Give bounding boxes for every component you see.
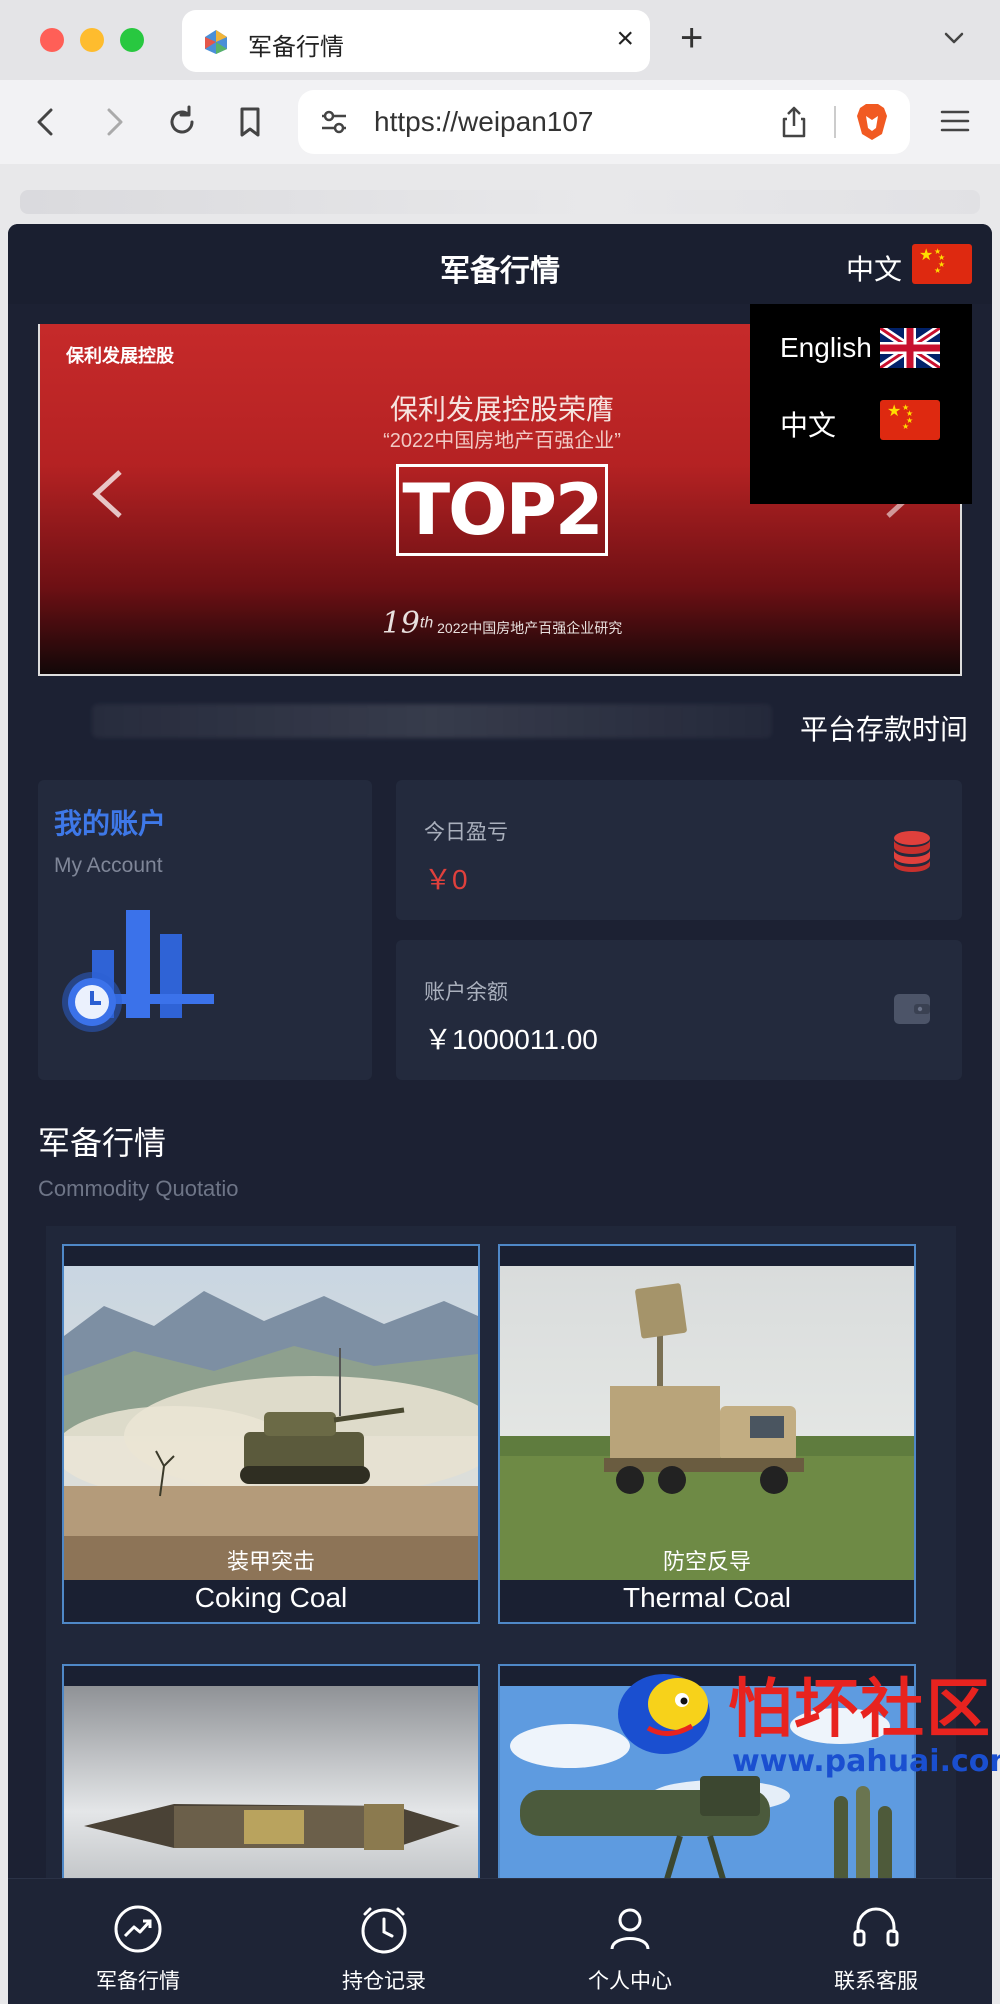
account-chart-icon (62, 910, 214, 1032)
nav-label: 个人中心 (588, 1970, 672, 1993)
today-pnl-value: ￥0 (424, 864, 468, 895)
today-pnl-card: 今日盈亏 ￥0 (396, 780, 962, 920)
blurred-content-strip (20, 190, 980, 214)
marquee-notice: 平台存款时间 (800, 714, 969, 745)
site-settings-icon[interactable] (316, 104, 352, 140)
browser-tab[interactable]: 军备行情 × (182, 10, 650, 72)
user-icon (610, 1908, 650, 1950)
url-separator (834, 106, 836, 138)
watermark-text: 怕坏社区 (728, 1673, 992, 1747)
nav-label: 军备行情 (96, 1970, 180, 1993)
tab-bar: 军备行情 × + (0, 0, 1000, 80)
uk-flag-icon[interactable] (880, 328, 940, 368)
my-account-card[interactable]: 我的账户 My Account (38, 780, 372, 1080)
headset-icon (853, 1907, 899, 1947)
close-tab-icon[interactable]: × (616, 24, 634, 54)
site-watermark: 怕坏社区 www.pahuai.com (608, 1644, 1000, 1784)
nav-item-market[interactable]: 军备行情 (58, 1889, 218, 1993)
zoom-window-button[interactable] (120, 28, 144, 52)
chevron-down-icon[interactable] (940, 24, 968, 52)
hamburger-menu-icon[interactable] (938, 106, 972, 136)
bookmark-icon[interactable] (230, 102, 270, 142)
product-name-en: Coking Coal (194, 1582, 348, 1613)
language-dropdown: English 中文 ★ ★ ★ ★ ★ (750, 304, 972, 504)
language-option-chinese[interactable]: 中文 (780, 404, 836, 444)
banner-badge-text: TOP2 (402, 469, 603, 551)
cn-flag-icon[interactable]: ★ ★ ★ ★ ★ (880, 400, 940, 440)
address-bar[interactable]: https://weipan107 (298, 90, 910, 154)
close-window-button[interactable] (40, 28, 64, 52)
product-name-cn: 防空反导 (662, 1549, 751, 1574)
forward-icon[interactable] (94, 102, 134, 142)
nav-label: 联系客服 (834, 1970, 918, 1993)
coins-icon (894, 831, 930, 872)
account-title: 我的账户 (54, 808, 167, 839)
clock-icon (361, 1907, 407, 1954)
reload-icon[interactable] (162, 102, 202, 142)
language-option-english[interactable]: English (780, 332, 872, 364)
watermark-url: www.pahuai.com (732, 1744, 1000, 1779)
nav-item-support[interactable]: 联系客服 (796, 1889, 956, 1993)
wallet-icon (894, 994, 930, 1024)
nav-item-profile[interactable]: 个人中心 (550, 1889, 710, 1993)
product-card[interactable]: 防空反导 Thermal Coal (498, 1244, 916, 1624)
brave-shield-icon[interactable] (854, 102, 890, 142)
share-icon[interactable] (776, 104, 812, 140)
balance-value: ￥1000011.00 (424, 1024, 598, 1055)
product-name-cn: 装甲突击 (226, 1549, 315, 1574)
trend-icon (114, 1905, 162, 1953)
new-tab-button[interactable]: + (680, 18, 703, 58)
url-text[interactable]: https://weipan107 (374, 106, 594, 138)
nav-label: 持仓记录 (342, 1970, 426, 1993)
browser-toolbar: https://weipan107 (0, 80, 1000, 164)
banner-logo: 保利发展控股 (66, 346, 174, 366)
watermark-mascot-icon (618, 1674, 710, 1754)
account-subtitle: My Account (54, 854, 163, 877)
bottom-nav: 军备行情 持仓记录 个人中心 联系客服 (8, 1878, 992, 2004)
banner-badge: TOP2 (396, 464, 608, 556)
section-subtitle: Commodity Quotatio (38, 1176, 239, 1201)
air-defense-image (500, 1266, 914, 1580)
carousel-prev-icon[interactable] (88, 464, 128, 524)
app-header: 军备行情 中文 ★ ★ ★ ★ ★ (8, 224, 992, 304)
banner-footer: 19th 2022中国房地产百强企业研究 (381, 606, 623, 641)
cn-flag-icon[interactable]: ★ ★ ★ ★ ★ (912, 244, 972, 284)
product-card[interactable]: 装甲突击 Coking Coal (62, 1244, 480, 1624)
minimize-window-button[interactable] (80, 28, 104, 52)
balance-label: 账户余额 (424, 981, 508, 1004)
page-title: 军备行情 (440, 255, 560, 288)
marquee-blurred-text (92, 704, 772, 738)
section-title: 军备行情 (38, 1125, 167, 1161)
back-icon[interactable] (26, 102, 66, 142)
language-switcher[interactable]: 中文 (846, 248, 902, 288)
product-name-en: Thermal Coal (622, 1582, 792, 1613)
today-pnl-label: 今日盈亏 (424, 821, 508, 844)
site-favicon-icon (205, 30, 227, 54)
nav-item-positions[interactable]: 持仓记录 (304, 1889, 464, 1993)
tab-title: 军备行情 (248, 34, 344, 61)
account-balance-card: 账户余额 ￥1000011.00 (396, 940, 962, 1080)
browser-window: 军备行情 × + https://weipan107 军备行情 中文 ★ ★ ★… (0, 0, 1000, 2004)
armored-assault-image (64, 1266, 478, 1580)
